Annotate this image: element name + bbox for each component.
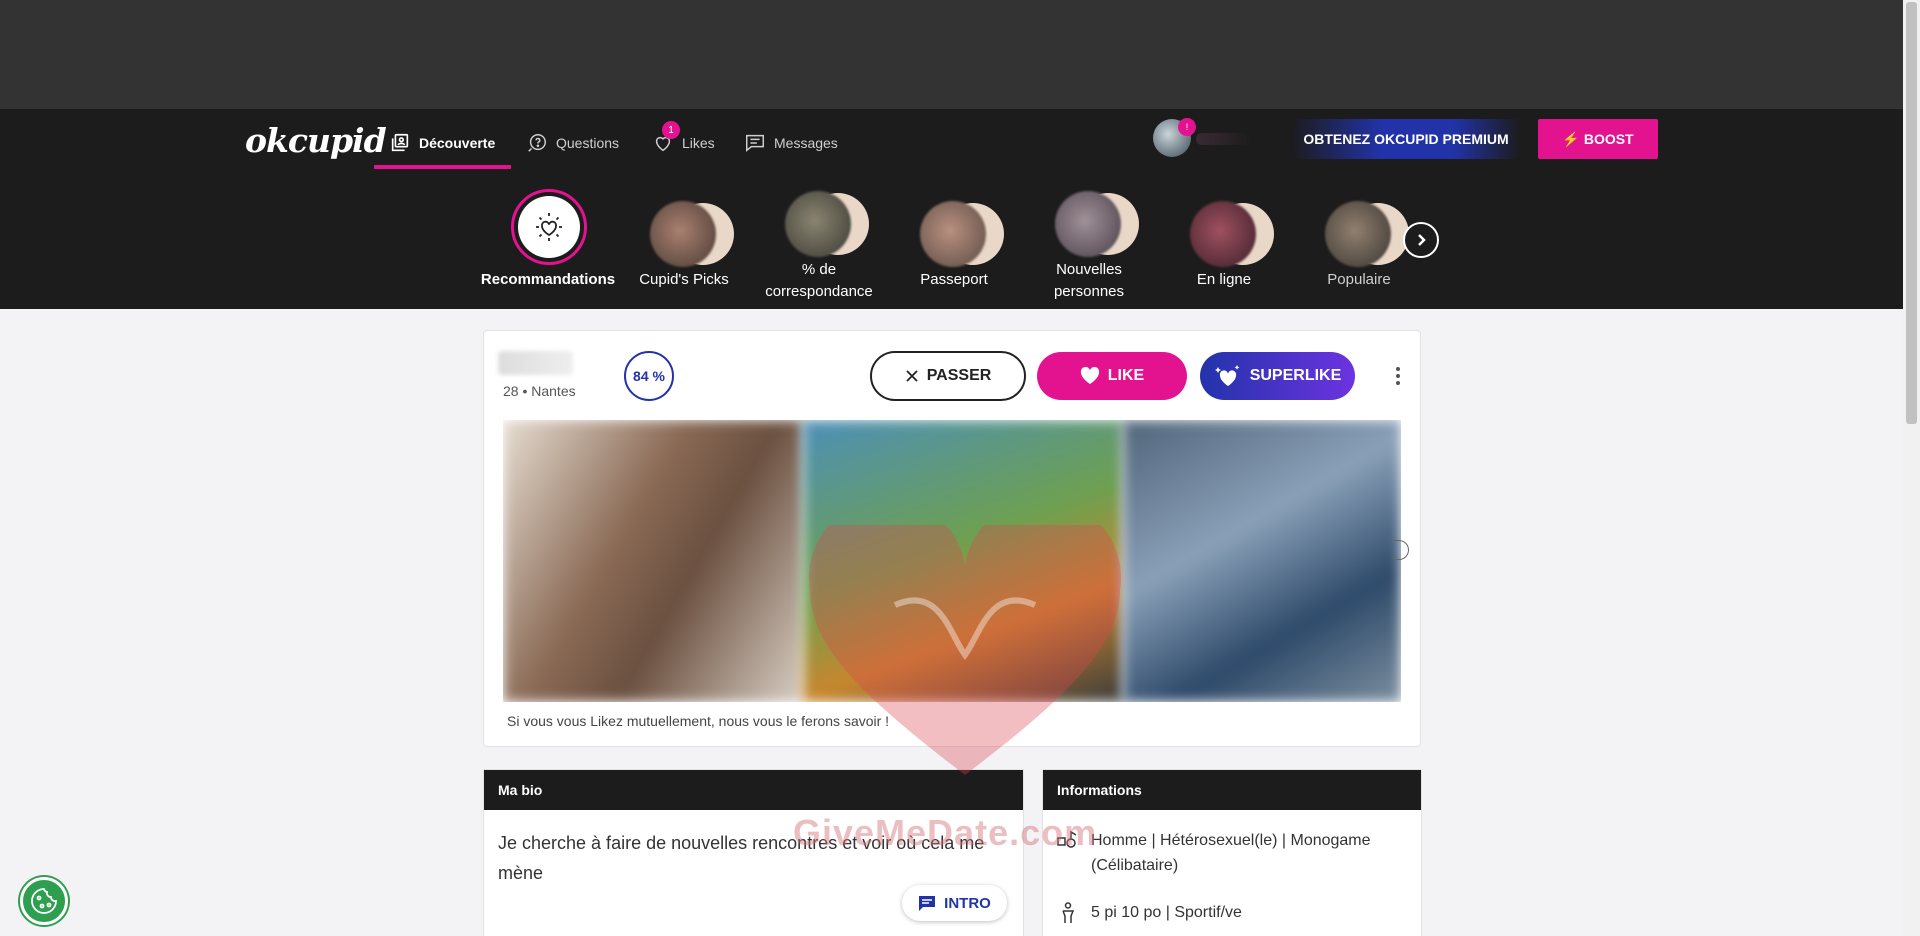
nav-active-underline <box>374 165 511 169</box>
category-label: Recommandations <box>480 271 616 288</box>
category-en-ligne[interactable]: En ligne <box>1154 189 1294 291</box>
more-options-button[interactable] <box>1388 361 1408 391</box>
intro-button[interactable]: INTRO <box>902 885 1007 921</box>
category-label: Passeport <box>920 271 988 288</box>
profile-thumbnail <box>1055 191 1121 257</box>
categories-next-button[interactable] <box>1403 222 1439 258</box>
page-scrollbar[interactable] <box>1903 0 1920 936</box>
info-row-body: 5 pi 10 po | Sportif/ve <box>1057 900 1417 925</box>
nav-label: Découverte <box>419 135 496 151</box>
superlike-heart-icon <box>1214 365 1240 386</box>
nav-messages[interactable]: Messages <box>744 126 838 160</box>
profile-photo[interactable] <box>503 420 803 702</box>
questions-icon <box>528 134 546 152</box>
okcupid-logo[interactable]: okcupid <box>245 121 387 160</box>
boost-label: BOOST <box>1583 131 1634 147</box>
category-match-percent[interactable]: % de correspondance <box>749 179 889 303</box>
chevron-right-icon <box>1418 234 1426 246</box>
category-label: % de correspondance <box>765 261 873 300</box>
boost-button[interactable]: ⚡ BOOST <box>1538 119 1658 159</box>
intro-label: INTRO <box>944 894 991 912</box>
profile-thumbnail <box>920 201 986 267</box>
bio-heading: Ma bio <box>484 770 1023 810</box>
watermark-text: GiveMeDate.com <box>793 812 1098 853</box>
like-button[interactable]: LIKE <box>1037 352 1187 400</box>
messages-icon <box>746 134 764 152</box>
heart-icon <box>1080 367 1099 384</box>
superlike-button[interactable]: SUPERLIKE <box>1200 352 1355 400</box>
profile-photo[interactable] <box>1123 420 1401 702</box>
category-recommandations[interactable]: Recommandations <box>478 189 618 291</box>
chat-icon <box>919 896 936 911</box>
profile-name-blur <box>498 351 573 375</box>
photo-next-button[interactable] <box>1393 540 1409 560</box>
profile-thumbnail <box>650 201 716 267</box>
nav-questions[interactable]: Questions <box>526 126 619 160</box>
profile-card: 28 • Nantes 84 % PASSER LIKE SUPERLIKE S… <box>483 330 1421 747</box>
info-panel: Informations Homme | Hétérosexuel(le) | … <box>1042 769 1422 936</box>
category-passeport[interactable]: Passeport <box>884 189 1024 291</box>
likes-badge: 1 <box>662 121 680 139</box>
category-label: Nouvelles personnes <box>1053 261 1125 300</box>
nav-label: Likes <box>682 135 715 151</box>
profile-photo[interactable] <box>803 420 1123 702</box>
browser-top-area <box>0 0 1903 109</box>
like-label: LIKE <box>1107 367 1145 384</box>
category-label: Populaire <box>1327 271 1391 288</box>
category-label: En ligne <box>1196 271 1252 288</box>
nav-decouverte[interactable]: Découverte <box>389 126 495 160</box>
avatar-badge: ! <box>1178 118 1196 136</box>
mutual-like-note: Si vous vous Likez mutuellement, nous vo… <box>507 713 890 729</box>
photo-strip[interactable] <box>503 420 1401 702</box>
info-row-identity: Homme | Hétérosexuel(le) | Monogame (Cél… <box>1057 828 1417 878</box>
profile-thumbnail <box>785 191 851 257</box>
profile-thumbnail <box>1325 201 1391 267</box>
cookie-icon <box>31 888 57 914</box>
category-nouvelles-personnes[interactable]: Nouvelles personnes <box>1019 179 1159 303</box>
match-percentage[interactable]: 84 % <box>624 351 674 401</box>
close-icon <box>906 370 918 382</box>
main-nav: okcupid Découverte Questions Likes 1 Mes… <box>0 109 1903 309</box>
sparkle-heart-icon <box>518 196 580 258</box>
nav-label: Questions <box>556 135 620 151</box>
premium-button[interactable]: OBTENEZ OKCUPID PREMIUM <box>1292 119 1520 159</box>
scrollbar-thumb[interactable] <box>1906 2 1917 424</box>
info-text: 5 pi 10 po | Sportif/ve <box>1091 904 1242 921</box>
pass-button[interactable]: PASSER <box>870 351 1026 401</box>
bolt-icon: ⚡ <box>1562 130 1580 147</box>
profile-thumbnail <box>1190 201 1256 267</box>
discover-icon <box>391 133 409 152</box>
info-heading: Informations <box>1043 770 1421 810</box>
cookie-settings-button[interactable] <box>20 877 68 925</box>
nav-label: Messages <box>774 135 838 151</box>
superlike-label: SUPERLIKE <box>1249 367 1342 384</box>
category-cupids-picks[interactable]: Cupid's Picks <box>614 189 754 291</box>
category-label: Cupid's Picks <box>639 271 729 288</box>
avatar-name-blur[interactable] <box>1196 133 1252 145</box>
profile-meta: 28 • Nantes <box>503 383 576 399</box>
pass-label: PASSER <box>926 367 992 384</box>
info-text: Homme | Hétérosexuel(le) | Monogame (Cél… <box>1091 832 1371 874</box>
body-icon <box>1062 902 1075 923</box>
